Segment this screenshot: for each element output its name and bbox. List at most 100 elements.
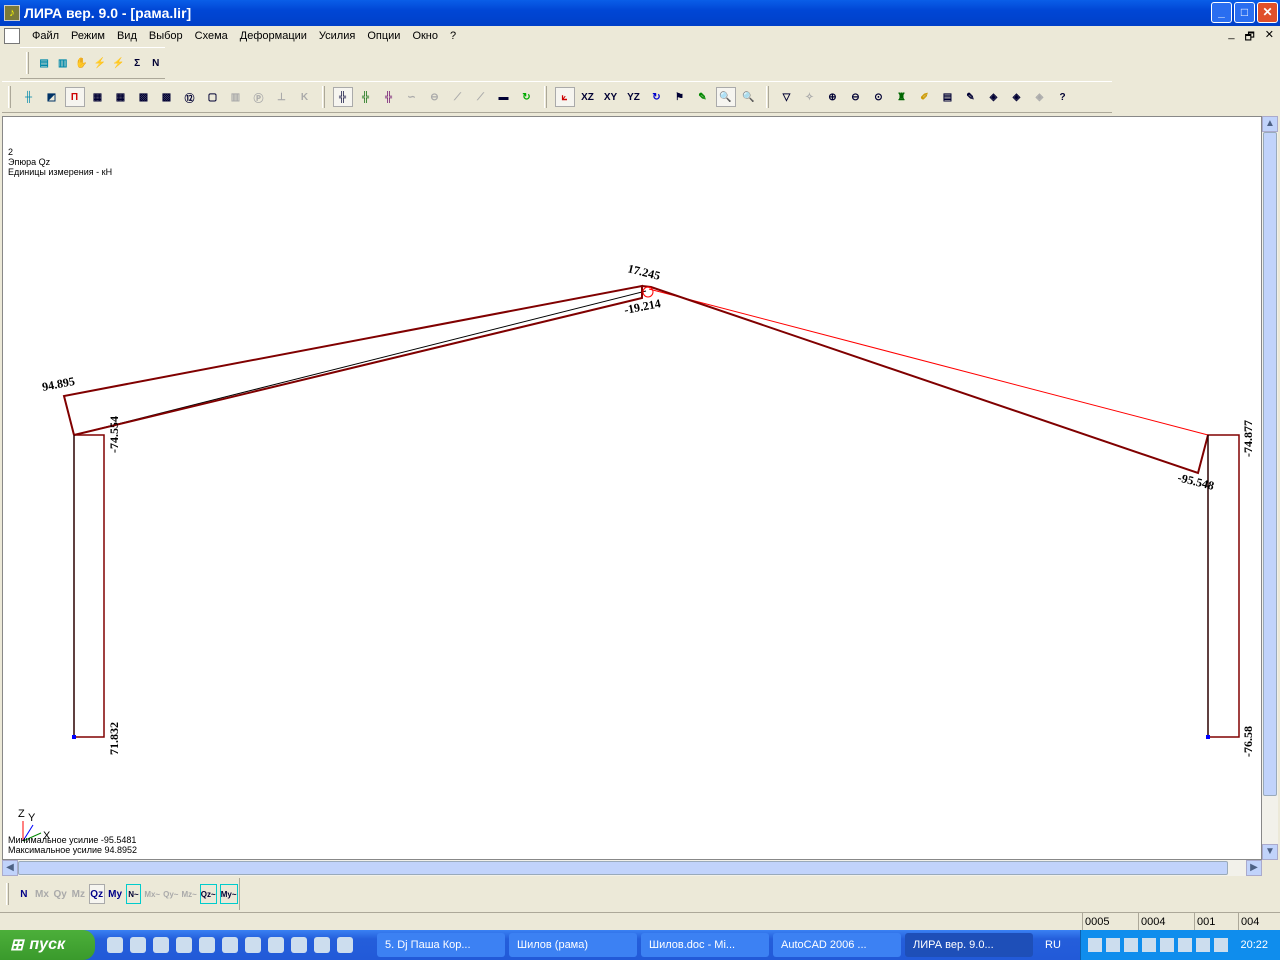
media-icon[interactable] bbox=[1106, 938, 1121, 952]
triangle-icon[interactable] bbox=[1196, 938, 1211, 952]
mdi-minimize-button[interactable]: _ bbox=[1228, 28, 1234, 47]
help-cursor-icon[interactable]: ? bbox=[1053, 87, 1073, 107]
menu-forces[interactable]: Усилия bbox=[313, 30, 361, 42]
close-button[interactable]: ✕ bbox=[1257, 2, 1278, 23]
menu-mode[interactable]: Режим bbox=[65, 30, 111, 42]
frame-red-icon[interactable]: Π bbox=[64, 87, 85, 107]
grid-n-icon[interactable]: ▩ bbox=[134, 87, 154, 107]
sum-load-icon[interactable]: Σ bbox=[129, 53, 145, 73]
task-autocad[interactable]: AutoCAD 2006 ... bbox=[773, 933, 901, 957]
winamp-icon[interactable] bbox=[1214, 938, 1229, 952]
language-indicator[interactable]: RU bbox=[1045, 939, 1085, 951]
server-icon[interactable] bbox=[222, 937, 238, 953]
hinge-icon[interactable]: ⊖ bbox=[425, 87, 445, 107]
menu-options[interactable]: Опции bbox=[361, 30, 406, 42]
numbering-icon[interactable]: ⑫ bbox=[180, 87, 200, 107]
rod-icon[interactable]: ⟋ bbox=[448, 87, 468, 107]
zoom-icon[interactable]: 🔍 bbox=[715, 87, 736, 107]
scroll-down-button[interactable]: ▼ bbox=[1262, 844, 1278, 860]
calendar-icon[interactable] bbox=[199, 937, 215, 953]
phone-icon[interactable] bbox=[1160, 938, 1175, 952]
refresh-green-icon[interactable]: ↻ bbox=[517, 87, 537, 107]
snip-icon[interactable] bbox=[268, 937, 284, 953]
filter-icon[interactable]: ▽ bbox=[777, 87, 797, 107]
vertical-scrollbar[interactable]: ▲ ▼ bbox=[1262, 116, 1278, 860]
bottle-icon[interactable]: ♜ bbox=[892, 87, 912, 107]
bluetooth-icon[interactable] bbox=[130, 937, 146, 953]
power-icon[interactable] bbox=[176, 937, 192, 953]
vertical-scroll-thumb[interactable] bbox=[1263, 132, 1277, 796]
edit-icon[interactable]: ✎ bbox=[961, 87, 981, 107]
force-mx-button[interactable]: Mx bbox=[34, 884, 49, 904]
xz-view-icon[interactable]: XZ bbox=[578, 87, 598, 107]
grid-icon[interactable]: ▦ bbox=[88, 87, 108, 107]
force-n-mosaic-button[interactable]: N~ bbox=[125, 884, 142, 904]
menu-window[interactable]: Окно bbox=[406, 30, 444, 42]
zoom-all-icon[interactable]: 🔍 bbox=[739, 87, 759, 107]
force-mz-mosaic-button[interactable]: Mz~ bbox=[181, 884, 196, 904]
nodes-frame2-icon[interactable]: ╬ bbox=[356, 87, 376, 107]
scroll-up-button[interactable]: ▲ bbox=[1262, 116, 1278, 132]
weight-load-icon[interactable]: ⚡ bbox=[111, 53, 127, 73]
calculator-icon[interactable] bbox=[337, 937, 353, 953]
menu-file[interactable]: Файл bbox=[26, 30, 65, 42]
mdi-restore-button[interactable]: 🗗 bbox=[1244, 28, 1254, 47]
zoom-window-icon[interactable]: ⊙ bbox=[869, 87, 889, 107]
menu-view[interactable]: Вид bbox=[111, 30, 143, 42]
toolbar-grip[interactable] bbox=[26, 52, 29, 74]
rotate-icon[interactable]: ↻ bbox=[647, 87, 667, 107]
volume-icon[interactable] bbox=[1142, 938, 1157, 952]
toolbar-grip[interactable] bbox=[544, 86, 547, 108]
load-case-copy-icon[interactable]: ▥ bbox=[55, 53, 71, 73]
n-load-icon[interactable]: N bbox=[148, 53, 164, 73]
spring-icon[interactable]: ∽ bbox=[402, 87, 422, 107]
force-qy-mosaic-button[interactable]: Qy~ bbox=[163, 884, 178, 904]
xy-view-icon[interactable]: XY bbox=[601, 87, 621, 107]
toolbar-grip[interactable] bbox=[6, 883, 9, 905]
toolbar-grip[interactable] bbox=[322, 86, 325, 108]
page-icon[interactable]: ▢ bbox=[203, 87, 223, 107]
ruler-icon[interactable]: ▬ bbox=[494, 87, 514, 107]
drawing-canvas[interactable]: 2 Эпюра Qz Единицы измерения - кН 94.895… bbox=[2, 116, 1262, 860]
menu-deformations[interactable]: Деформации bbox=[234, 30, 313, 42]
nodes-frame3-icon[interactable]: ╬ bbox=[379, 87, 399, 107]
plate-icon[interactable]: ◩ bbox=[42, 87, 62, 107]
axes-3d-icon[interactable]: ⟀ bbox=[554, 87, 575, 107]
cube-icon[interactable]: ◈ bbox=[984, 87, 1004, 107]
app-icon[interactable] bbox=[153, 937, 169, 953]
scroll-left-button[interactable]: ◀ bbox=[2, 860, 18, 876]
p-icon[interactable]: Ⓟ bbox=[249, 87, 269, 107]
d-icon[interactable] bbox=[1124, 938, 1139, 952]
distributed-load-icon[interactable]: ⚡ bbox=[92, 53, 108, 73]
zoom-out-icon[interactable]: ⊖ bbox=[846, 87, 866, 107]
zoom-in-icon[interactable]: ⊕ bbox=[823, 87, 843, 107]
info-icon[interactable] bbox=[245, 937, 261, 953]
task-music[interactable]: 5. Dj Паша Кор... bbox=[377, 933, 505, 957]
support-icon[interactable]: ⊥ bbox=[272, 87, 292, 107]
task-word[interactable]: Шилов.doc - Mi... bbox=[641, 933, 769, 957]
start-button[interactable]: ⊞ пуск bbox=[0, 930, 95, 960]
bar-chart-icon[interactable]: ▥ bbox=[226, 87, 246, 107]
maximize-button[interactable]: □ bbox=[1234, 2, 1255, 23]
force-my-button[interactable]: My bbox=[108, 884, 123, 904]
ruler-icon[interactable] bbox=[314, 937, 330, 953]
task-folder[interactable]: Шилов (рама) bbox=[509, 933, 637, 957]
nodes-frame-icon[interactable]: ╬ bbox=[332, 87, 353, 107]
force-my-mosaic-button[interactable]: My~ bbox=[219, 884, 238, 904]
cube2-icon[interactable]: ◈ bbox=[1007, 87, 1027, 107]
force-qy-button[interactable]: Qy bbox=[53, 884, 68, 904]
horizontal-scroll-thumb[interactable] bbox=[18, 861, 1228, 875]
scroll-right-button[interactable]: ▶ bbox=[1246, 860, 1262, 876]
menu-scheme[interactable]: Схема bbox=[189, 30, 234, 42]
horizontal-scrollbar[interactable]: ◀ ▶ bbox=[2, 860, 1262, 876]
brush-icon[interactable]: ✐ bbox=[915, 87, 935, 107]
menu-select[interactable]: Выбор bbox=[143, 30, 189, 42]
force-mz-button[interactable]: Mz bbox=[71, 884, 86, 904]
document-icon[interactable] bbox=[4, 28, 20, 44]
network-icon[interactable] bbox=[1088, 938, 1103, 952]
grid-n2-icon[interactable]: ▩ bbox=[157, 87, 177, 107]
force-mx-mosaic-button[interactable]: Mx~ bbox=[144, 884, 160, 904]
cube3-icon[interactable]: ◈ bbox=[1030, 87, 1050, 107]
hand-icon[interactable]: ✋ bbox=[74, 53, 90, 73]
force-n-button[interactable]: N bbox=[16, 884, 31, 904]
